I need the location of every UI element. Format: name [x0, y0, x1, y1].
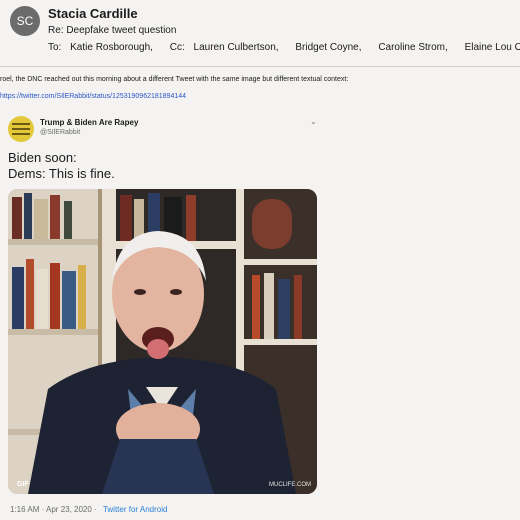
- sender-avatar[interactable]: SC: [10, 6, 40, 36]
- recipient-to[interactable]: Katie Rosborough,: [70, 42, 153, 53]
- tweet-link[interactable]: https://twitter.com/SIlERabbit/status/12…: [0, 93, 186, 100]
- tweet-display-name[interactable]: Trump & Biden Are Rapey: [40, 118, 138, 127]
- sender-name[interactable]: Stacia Cardille: [48, 6, 138, 21]
- cc-label: Cc:: [169, 42, 185, 53]
- avatar-text-stripe: [12, 133, 30, 135]
- recipient-cc[interactable]: Lauren Culbertson,: [194, 42, 279, 53]
- recipient-cc[interactable]: Elaine Lou Ong: [465, 42, 520, 53]
- tweet-profile-avatar[interactable]: [8, 116, 34, 142]
- header-divider: [0, 66, 520, 67]
- email-body-text: roel, the DNC reached out this morning a…: [0, 76, 349, 83]
- tweet-handle[interactable]: @SIlERabbit: [40, 129, 80, 136]
- gif-scene: [8, 189, 317, 494]
- tweet-gif-media[interactable]: GIF MUCLIFE.COM: [8, 189, 317, 494]
- recipient-cc[interactable]: Caroline Strom,: [378, 42, 447, 53]
- email-header: SC Stacia Cardille Re: Deepfake tweet qu…: [0, 0, 520, 68]
- gif-badge: GIF: [17, 481, 29, 488]
- tweet-text-line-1: Biden soon:: [8, 150, 77, 165]
- recipients-line: To: Katie Rosborough, Cc: Lauren Culbert…: [48, 42, 520, 53]
- tweet-timestamp[interactable]: 1:16 AM · Apr 23, 2020 ·: [10, 505, 97, 514]
- recipient-cc[interactable]: Bridget Coyne,: [295, 42, 361, 53]
- email-subject: Re: Deepfake tweet question: [48, 25, 177, 36]
- tweet-source-link[interactable]: Twitter for Android: [103, 505, 167, 514]
- avatar-text-stripe: [12, 123, 30, 125]
- chevron-down-icon[interactable]: ⌄: [310, 117, 317, 126]
- avatar-text-stripe: [12, 128, 30, 130]
- tweet-text-line-2: Dems: This is fine.: [8, 166, 115, 181]
- gif-watermark: MUCLIFE.COM: [269, 482, 311, 488]
- tweet-metadata: 1:16 AM · Apr 23, 2020 · Twitter for And…: [10, 505, 167, 514]
- to-label: To:: [48, 42, 62, 53]
